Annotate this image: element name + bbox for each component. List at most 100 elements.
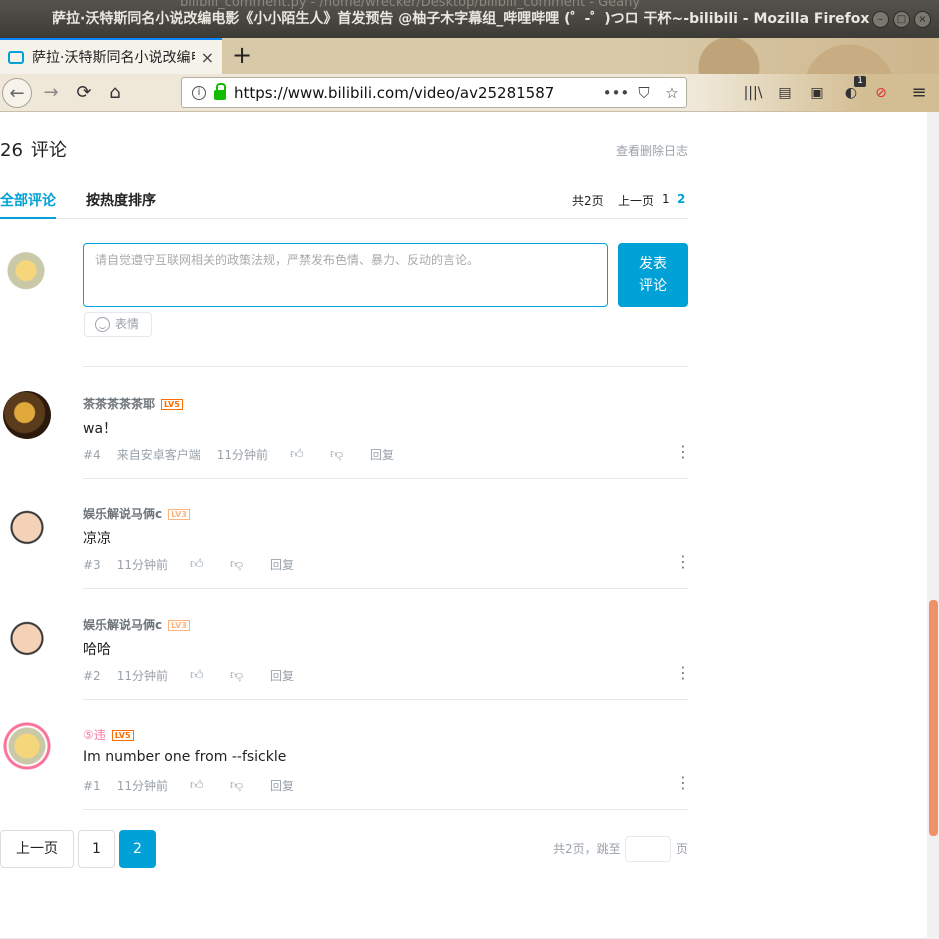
new-tab-button[interactable]: + [228,42,256,70]
comment-time: 11分钟前 [116,669,168,683]
emoji-label: 表情 [115,317,140,331]
level-badge: LV5 [161,399,183,410]
close-window-icon[interactable]: × [914,11,931,28]
page-1-button[interactable]: 1 [78,830,115,868]
more-options-icon[interactable]: ⋮ [675,773,691,792]
extension-icon[interactable]: ▣ [804,80,830,106]
window-controls: – □ × [872,11,931,28]
comment-meta: #4 来自安卓客户端 11分钟前 👍︎ 👎︎ 回复 [83,446,410,463]
username-text: ⑤违 [83,728,106,742]
menu-icon[interactable]: ≡ [906,80,932,106]
divider [83,699,688,700]
window-titlebar: bilibili_comment.py - /home/wrecker/Desk… [0,0,939,38]
reader-sidebar-icon[interactable]: ▤ [772,80,798,106]
jump-page-input[interactable] [625,836,671,862]
back-button[interactable]: ← [2,78,32,108]
site-info-icon[interactable]: i [192,85,206,100]
floor-number: #3 [83,557,101,572]
comments-title: 评论 [30,140,67,161]
reload-button[interactable]: ⟳ [69,78,99,108]
comment-meta: #2 11分钟前 👍︎ 👎︎ 回复 [83,667,310,684]
navigation-toolbar: ← → ⟳ ⌂ i https://www.bilibili.com/video… [0,74,939,112]
dislike-icon[interactable]: 👎︎ [230,557,244,572]
url-text[interactable]: https://www.bilibili.com/video/av2528158… [234,84,602,102]
more-options-icon[interactable]: ⋮ [675,442,691,461]
comment-input[interactable]: 请自觉遵守互联网相关的政策法规，严禁发布色情、暴力、反动的言论。 [83,243,608,307]
reply-button[interactable]: 回复 [270,777,294,794]
emoji-button[interactable]: 表情 [84,312,152,337]
dislike-icon[interactable]: 👎︎ [230,778,244,793]
blocker-icon[interactable]: ⊘ [868,80,894,106]
like-icon[interactable]: 👍︎ [290,447,304,462]
scrollbar-thumb[interactable] [929,600,938,836]
floor-number: #1 [83,778,101,793]
opera-extension-icon[interactable]: ◐ 1 [838,76,866,106]
more-options-icon[interactable]: ⋮ [675,552,691,571]
level-badge: LV3 [168,620,190,631]
extension-badge: 1 [854,76,866,87]
comment-text: 凉凉 [83,531,111,547]
delete-log-link[interactable]: 查看删除日志 [616,142,688,159]
dislike-icon[interactable]: 👎︎ [230,668,244,683]
page-2-button: 2 [119,830,156,868]
page-viewport: 26 评论 查看删除日志 全部评论 按热度排序 共2页 上一页 1 2 请自觉遵守… [0,112,939,939]
comment-username[interactable]: 娱乐解说马俩c LV3 [83,616,190,633]
tab-bilibili-video[interactable]: 萨拉·沃特斯同名小说改编电 × [0,38,222,74]
comment-item: 娱乐解说马俩c LV3 凉凉 #3 11分钟前 👍︎ 👎︎ 回复 ⋮ [0,488,700,598]
avatar[interactable] [3,501,51,549]
floor-number: #2 [83,668,101,683]
maximize-icon[interactable]: □ [893,11,910,28]
comment-source: 来自安卓客户端 [116,448,201,462]
reply-button[interactable]: 回复 [270,667,294,684]
smiley-icon [95,317,110,332]
post-comment-button[interactable]: 发表 评论 [618,243,688,307]
avatar[interactable] [3,612,51,660]
comment-time: 11分钟前 [116,558,168,572]
tab-all-comments[interactable]: 全部评论 [0,190,56,219]
top-pager-page-1[interactable]: 1 [662,192,670,206]
secure-lock-icon [214,82,226,100]
tab-sort-by-hot[interactable]: 按热度排序 [86,190,156,210]
dislike-icon[interactable]: 👎︎ [330,447,344,462]
divider [83,478,688,479]
username-text: 茶茶茶茶茶耶 [83,397,156,411]
avatar[interactable] [3,391,51,439]
minimize-icon[interactable]: – [872,11,889,28]
pocket-icon[interactable]: ⛉ [630,84,658,102]
reply-button[interactable]: 回复 [270,556,294,573]
avatar[interactable] [3,722,51,770]
more-options-icon[interactable]: ⋮ [675,663,691,682]
divider [83,366,688,367]
comment-meta: #1 11分钟前 👍︎ 👎︎ 回复 [83,777,310,794]
comment-text: 哈哈 [83,642,111,658]
prev-page-button[interactable]: 上一页 [0,830,74,868]
jump-unit: 页 [676,842,689,856]
level-badge: LV5 [111,730,134,741]
username-text: 娱乐解说马俩c [83,507,163,521]
url-bar[interactable]: i https://www.bilibili.com/video/av25281… [181,77,687,108]
jump-label: 共2页，跳至 [553,842,621,856]
forward-button[interactable]: → [36,78,66,108]
username-text: 娱乐解说马俩c [83,618,163,632]
like-icon[interactable]: 👍︎ [190,668,204,683]
divider [83,588,688,589]
level-badge: LV3 [168,509,190,520]
comment-count: 26 [0,140,23,161]
comment-username[interactable]: ⑤违 LV5 [83,726,134,743]
tab-close-icon[interactable]: × [201,48,214,67]
reply-button[interactable]: 回复 [370,446,394,463]
comment-username[interactable]: 茶茶茶茶茶耶 LV5 [83,395,183,412]
top-pager-total: 共2页 [572,194,604,208]
divider [83,809,688,810]
home-button[interactable]: ⌂ [100,78,130,108]
scrollbar[interactable] [927,112,939,939]
library-icon[interactable]: |||\ [740,80,766,106]
comment-username[interactable]: 娱乐解说马俩c LV3 [83,505,190,522]
like-icon[interactable]: 👍︎ [190,778,204,793]
tab-strip: 萨拉·沃特斯同名小说改编电 × + [0,38,939,74]
top-pager-prev[interactable]: 上一页 [618,192,654,209]
bookmark-star-icon[interactable]: ☆ [658,84,686,102]
like-icon[interactable]: 👍︎ [190,557,204,572]
page-actions-icon[interactable]: ••• [602,84,630,102]
theme-artwork [639,38,939,74]
